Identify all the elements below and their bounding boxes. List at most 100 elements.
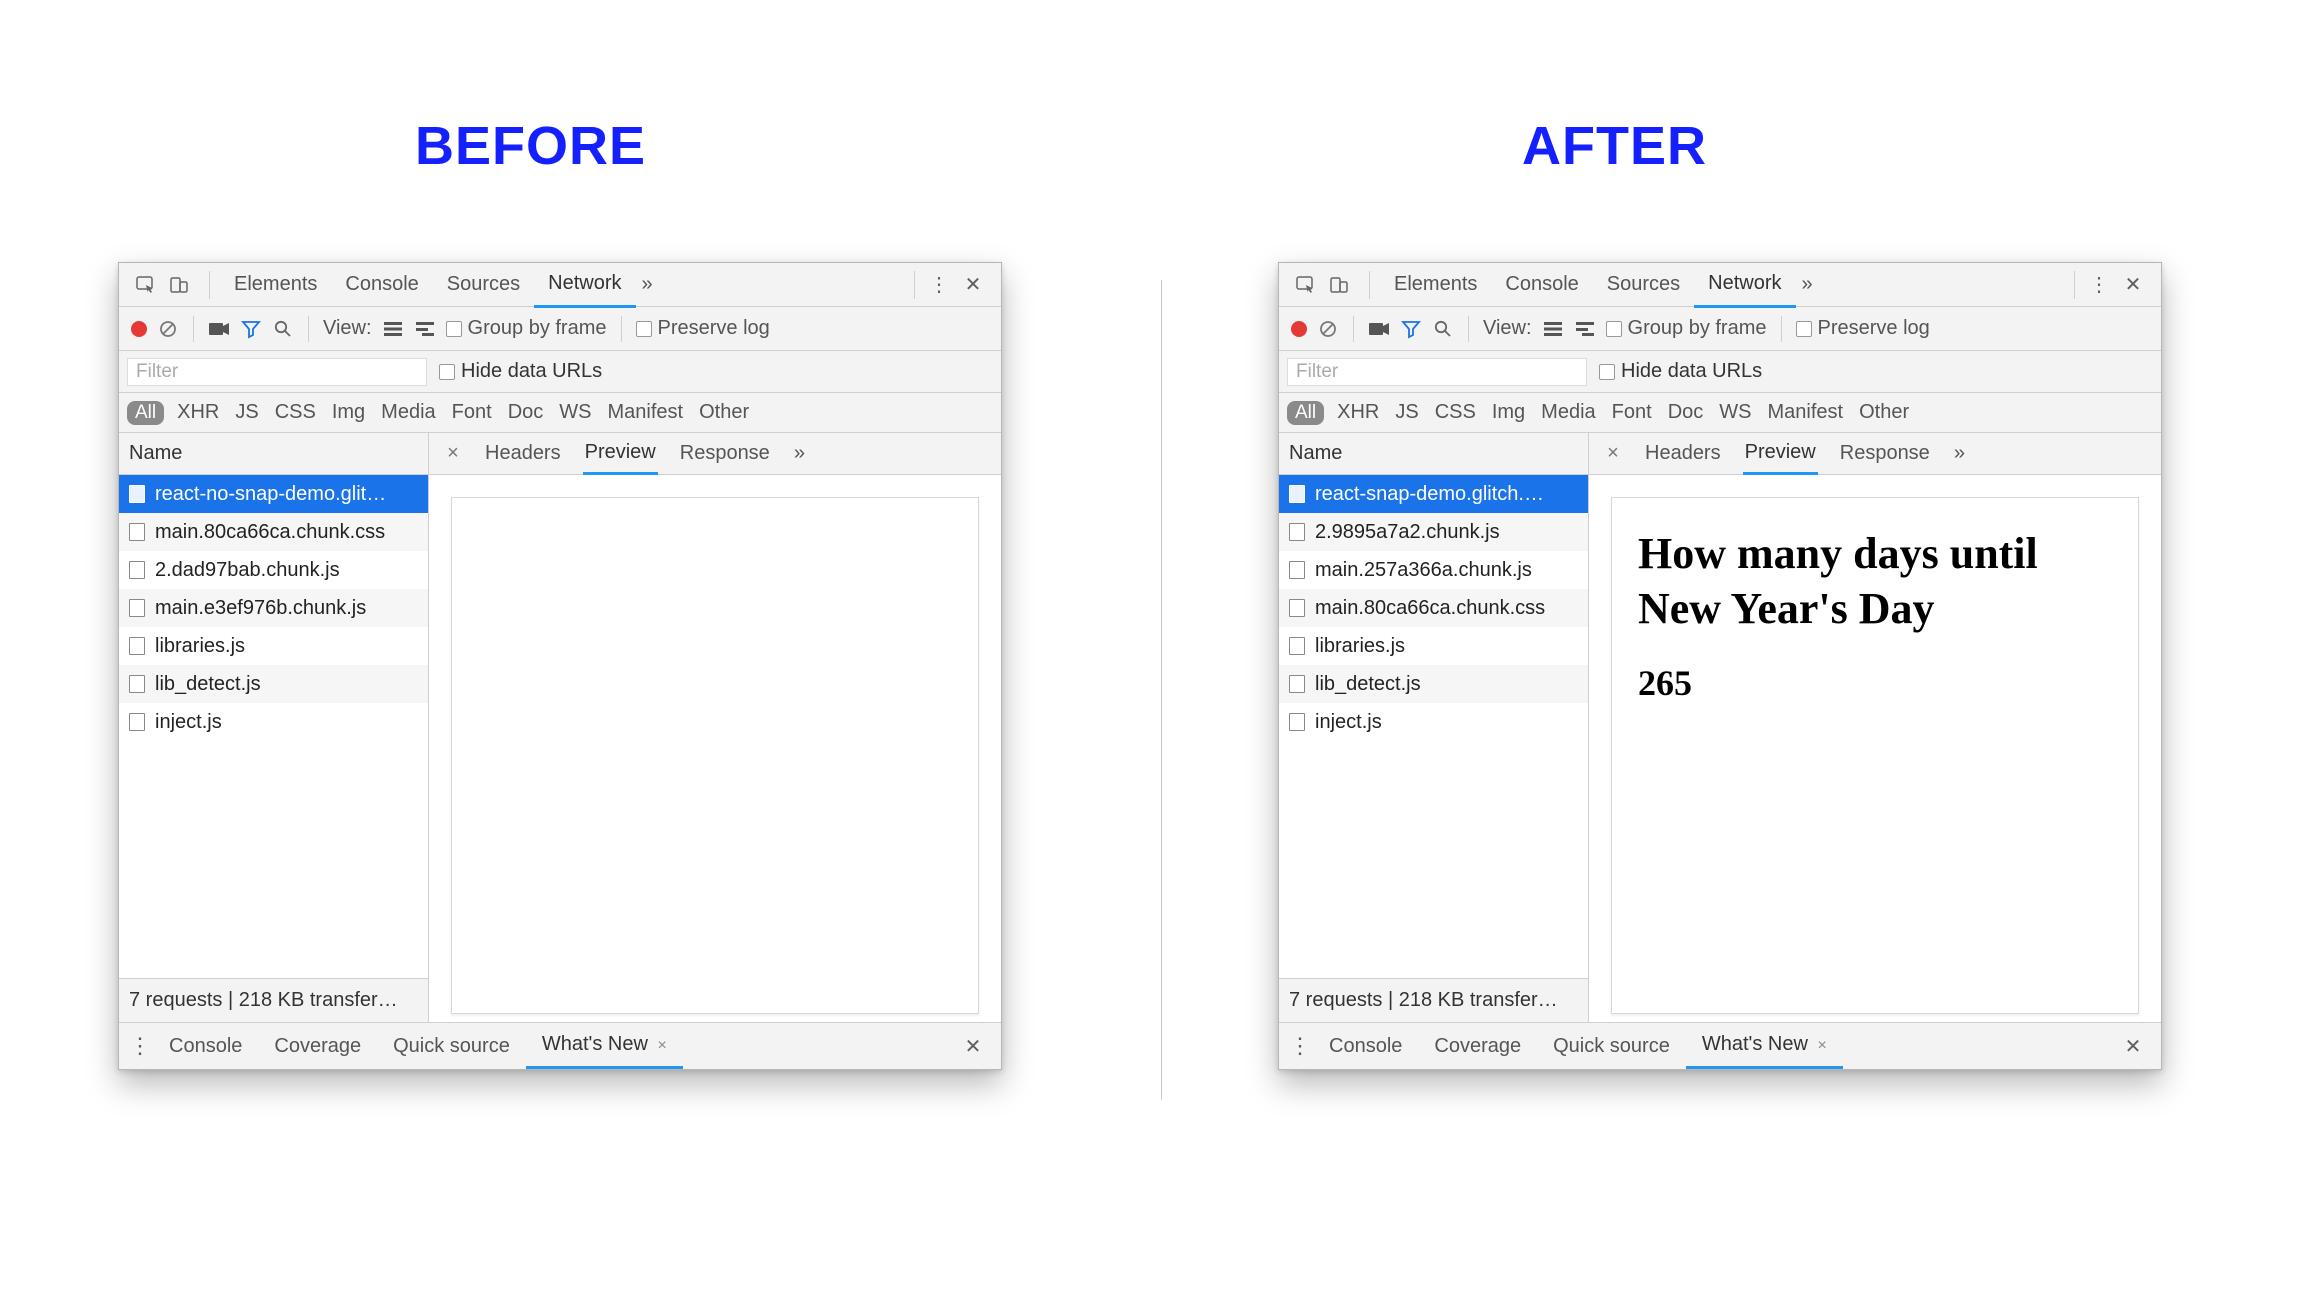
tabs-overflow-icon[interactable]: » bbox=[1796, 263, 1819, 306]
tab-elements[interactable]: Elements bbox=[1380, 263, 1491, 306]
drawer-tab-close-icon[interactable]: × bbox=[1817, 1037, 1826, 1054]
drawer-tab-coverage[interactable]: Coverage bbox=[258, 1025, 377, 1068]
tab-console[interactable]: Console bbox=[331, 263, 432, 306]
type-media[interactable]: Media bbox=[378, 399, 438, 426]
type-manifest[interactable]: Manifest bbox=[1764, 399, 1846, 426]
type-font[interactable]: Font bbox=[449, 399, 495, 426]
subtab-preview[interactable]: Preview bbox=[583, 433, 658, 475]
type-css[interactable]: CSS bbox=[272, 399, 319, 426]
drawer-close-icon[interactable]: ✕ bbox=[2119, 1032, 2147, 1060]
filter-input[interactable]: Filter bbox=[1287, 358, 1587, 386]
close-devtools-icon[interactable]: ✕ bbox=[959, 271, 987, 299]
request-row[interactable]: inject.js bbox=[119, 703, 428, 741]
drawer-tab-whatsnew[interactable]: What's New × bbox=[526, 1023, 683, 1069]
drawer-tab-whatsnew[interactable]: What's New × bbox=[1686, 1023, 1843, 1069]
close-subtabs-icon[interactable]: × bbox=[443, 442, 463, 465]
inspect-icon[interactable] bbox=[1291, 271, 1319, 299]
drawer-tab-coverage[interactable]: Coverage bbox=[1418, 1025, 1537, 1068]
large-rows-icon[interactable] bbox=[382, 318, 404, 340]
tabs-overflow-icon[interactable]: » bbox=[636, 263, 659, 306]
record-icon[interactable] bbox=[131, 321, 147, 337]
type-js[interactable]: JS bbox=[232, 399, 261, 426]
type-other[interactable]: Other bbox=[1856, 399, 1912, 426]
search-icon[interactable] bbox=[1432, 318, 1454, 340]
type-css[interactable]: CSS bbox=[1432, 399, 1479, 426]
type-img[interactable]: Img bbox=[329, 399, 368, 426]
close-subtabs-icon[interactable]: × bbox=[1603, 442, 1623, 465]
type-all[interactable]: All bbox=[127, 401, 164, 425]
preserve-log-checkbox[interactable]: Preserve log bbox=[1796, 317, 1930, 340]
type-xhr[interactable]: XHR bbox=[174, 399, 222, 426]
search-icon[interactable] bbox=[272, 318, 294, 340]
type-media[interactable]: Media bbox=[1538, 399, 1598, 426]
drawer-tab-quicksource[interactable]: Quick source bbox=[1537, 1025, 1686, 1068]
device-toggle-icon[interactable] bbox=[1325, 271, 1353, 299]
type-ws[interactable]: WS bbox=[556, 399, 594, 426]
type-doc[interactable]: Doc bbox=[1665, 399, 1707, 426]
drawer-tab-console[interactable]: Console bbox=[153, 1025, 258, 1068]
request-row[interactable]: main.257a366a.chunk.js bbox=[1279, 551, 1588, 589]
preserve-log-checkbox[interactable]: Preserve log bbox=[636, 317, 770, 340]
group-by-frame-checkbox[interactable]: Group by frame bbox=[1606, 317, 1767, 340]
subtab-headers[interactable]: Headers bbox=[483, 434, 563, 473]
tab-sources[interactable]: Sources bbox=[433, 263, 534, 306]
tab-network[interactable]: Network bbox=[1694, 262, 1795, 308]
request-row[interactable]: inject.js bbox=[1279, 703, 1588, 741]
request-row[interactable]: react-snap-demo.glitch.… bbox=[1279, 475, 1588, 513]
filter-icon[interactable] bbox=[1400, 318, 1422, 340]
type-doc[interactable]: Doc bbox=[505, 399, 547, 426]
tab-sources[interactable]: Sources bbox=[1593, 263, 1694, 306]
record-icon[interactable] bbox=[1291, 321, 1307, 337]
request-row[interactable]: main.80ca66ca.chunk.css bbox=[1279, 589, 1588, 627]
request-row[interactable]: libraries.js bbox=[119, 627, 428, 665]
kebab-menu-icon[interactable]: ⋮ bbox=[925, 271, 953, 299]
group-by-frame-checkbox[interactable]: Group by frame bbox=[446, 317, 607, 340]
drawer-tab-console[interactable]: Console bbox=[1313, 1025, 1418, 1068]
subtab-overflow-icon[interactable]: » bbox=[792, 434, 807, 473]
drawer-close-icon[interactable]: ✕ bbox=[959, 1032, 987, 1060]
drawer-menu-icon[interactable]: ⋮ bbox=[127, 1033, 153, 1059]
type-font[interactable]: Font bbox=[1609, 399, 1655, 426]
subtab-response[interactable]: Response bbox=[678, 434, 772, 473]
request-row[interactable]: main.e3ef976b.chunk.js bbox=[119, 589, 428, 627]
request-row[interactable]: react-no-snap-demo.glit… bbox=[119, 475, 428, 513]
inspect-icon[interactable] bbox=[131, 271, 159, 299]
request-row[interactable]: 2.dad97bab.chunk.js bbox=[119, 551, 428, 589]
drawer-tab-close-icon[interactable]: × bbox=[657, 1037, 666, 1054]
type-xhr[interactable]: XHR bbox=[1334, 399, 1382, 426]
type-ws[interactable]: WS bbox=[1716, 399, 1754, 426]
tab-console[interactable]: Console bbox=[1491, 263, 1592, 306]
request-row[interactable]: main.80ca66ca.chunk.css bbox=[119, 513, 428, 551]
type-all[interactable]: All bbox=[1287, 401, 1324, 425]
request-list-header[interactable]: Name bbox=[1279, 433, 1588, 475]
waterfall-icon[interactable] bbox=[1574, 318, 1596, 340]
close-devtools-icon[interactable]: ✕ bbox=[2119, 271, 2147, 299]
kebab-menu-icon[interactable]: ⋮ bbox=[2085, 271, 2113, 299]
tab-elements[interactable]: Elements bbox=[220, 263, 331, 306]
filter-icon[interactable] bbox=[240, 318, 262, 340]
filter-input[interactable]: Filter bbox=[127, 358, 427, 386]
request-row[interactable]: libraries.js bbox=[1279, 627, 1588, 665]
subtab-response[interactable]: Response bbox=[1838, 434, 1932, 473]
large-rows-icon[interactable] bbox=[1542, 318, 1564, 340]
hide-data-urls-checkbox[interactable]: Hide data URLs bbox=[439, 360, 602, 383]
drawer-tab-quicksource[interactable]: Quick source bbox=[377, 1025, 526, 1068]
clear-icon[interactable] bbox=[1317, 318, 1339, 340]
drawer-menu-icon[interactable]: ⋮ bbox=[1287, 1033, 1313, 1059]
request-row[interactable]: lib_detect.js bbox=[1279, 665, 1588, 703]
hide-data-urls-checkbox[interactable]: Hide data URLs bbox=[1599, 360, 1762, 383]
camera-icon[interactable] bbox=[208, 318, 230, 340]
clear-icon[interactable] bbox=[157, 318, 179, 340]
waterfall-icon[interactable] bbox=[414, 318, 436, 340]
tab-network[interactable]: Network bbox=[534, 262, 635, 308]
request-row[interactable]: lib_detect.js bbox=[119, 665, 428, 703]
request-list-header[interactable]: Name bbox=[119, 433, 428, 475]
type-img[interactable]: Img bbox=[1489, 399, 1528, 426]
device-toggle-icon[interactable] bbox=[165, 271, 193, 299]
subtab-preview[interactable]: Preview bbox=[1743, 433, 1818, 475]
subtab-overflow-icon[interactable]: » bbox=[1952, 434, 1967, 473]
type-manifest[interactable]: Manifest bbox=[604, 399, 686, 426]
camera-icon[interactable] bbox=[1368, 318, 1390, 340]
subtab-headers[interactable]: Headers bbox=[1643, 434, 1723, 473]
type-other[interactable]: Other bbox=[696, 399, 752, 426]
